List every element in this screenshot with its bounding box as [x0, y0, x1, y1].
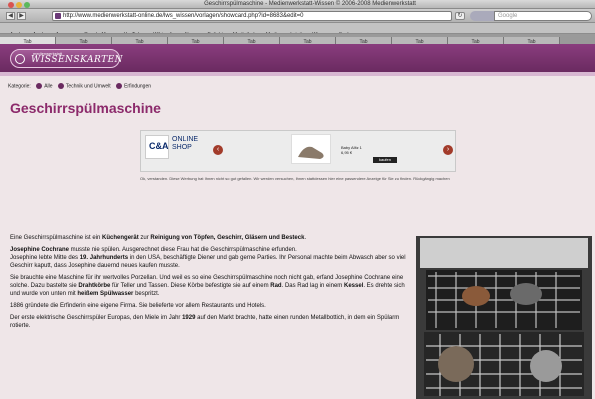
- url-field[interactable]: http://www.medienwerkstatt-online.de/lws…: [52, 11, 452, 21]
- ad-brand-text: C&A: [149, 141, 169, 151]
- ad-buy-button[interactable]: kaufen: [373, 157, 397, 163]
- address-toolbar: ◀ ▶ http://www.medienwerkstatt-online.de…: [0, 9, 595, 23]
- paragraph: 1886 gründete die Erfinderin eine eigene…: [10, 303, 266, 309]
- maximize-window-icon[interactable]: [24, 2, 30, 8]
- ad-shop-label: ONLINE SHOP: [172, 136, 199, 151]
- close-window-icon[interactable]: [8, 2, 14, 8]
- site-logo[interactable]: medienwerkstatt WISSENSKARTEN: [10, 49, 124, 68]
- browser-tab[interactable]: Tab: [0, 37, 56, 44]
- page-title: Geschirrspülmaschine: [10, 100, 161, 116]
- minimize-window-icon[interactable]: [16, 2, 22, 8]
- back-button[interactable]: ◀: [6, 12, 15, 20]
- browser-tab[interactable]: Tab: [336, 37, 392, 44]
- breadcrumb-item-technik[interactable]: Technik und Umwelt: [66, 83, 111, 89]
- window-title: Geschirrspülmaschine - Medienwerkstatt-W…: [204, 1, 416, 7]
- forward-button[interactable]: ▶: [17, 12, 26, 20]
- bullet-icon: [116, 83, 123, 89]
- browser-tab[interactable]: Tab: [448, 37, 504, 44]
- ad-prev-icon[interactable]: ‹: [213, 145, 223, 155]
- product-shoe-icon: [298, 146, 324, 159]
- dishwasher-photo: [416, 236, 592, 399]
- reload-button[interactable]: ↻: [455, 12, 465, 20]
- bullet-icon: [57, 83, 64, 89]
- ad-price: Baby Alltz 1 6,95 €: [341, 145, 362, 155]
- logo-icon: [15, 54, 25, 64]
- article-text: Eine Geschirrspülmaschine ist ein Küchen…: [10, 234, 406, 334]
- ad-product-image: [291, 134, 331, 164]
- main-content: Kategorie: Alle Technik und Umwelt Erfin…: [0, 76, 595, 399]
- breadcrumb-label: Kategorie:: [8, 83, 31, 90]
- advertisement[interactable]: C&A ONLINE SHOP ‹ Baby Alltz 1 6,95 € ka…: [140, 130, 456, 172]
- paragraph: Josephine Cochrane musste nie spülen. Au…: [10, 247, 406, 269]
- browser-tab[interactable]: Tab: [224, 37, 280, 44]
- search-input[interactable]: Google: [494, 11, 592, 21]
- site-header: medienwerkstatt WISSENSKARTEN: [0, 44, 595, 72]
- browser-tab[interactable]: Tab: [56, 37, 112, 44]
- favicon-icon: [55, 13, 61, 19]
- tab-bar: Tab Tab Tab Tab Tab Tab Tab Tab Tab Tab: [0, 34, 595, 44]
- search-engine-icon[interactable]: [470, 11, 494, 21]
- paragraph: Eine Geschirrspülmaschine ist ein Küchen…: [10, 235, 307, 241]
- paragraph: Der erste elektrische Geschirrspüler Eur…: [10, 315, 400, 329]
- breadcrumb: Kategorie: Alle Technik und Umwelt Erfin…: [8, 83, 151, 89]
- browser-tab[interactable]: Tab: [112, 37, 168, 44]
- breadcrumb-item-erfindungen[interactable]: Erfindungen: [124, 83, 151, 89]
- browser-tab[interactable]: Tab: [504, 37, 560, 44]
- window-titlebar: Geschirrspülmaschine - Medienwerkstatt-W…: [0, 0, 595, 9]
- breadcrumb-item-alle[interactable]: Alle: [44, 83, 52, 89]
- ad-brand-logo: C&A: [145, 135, 169, 159]
- bookmarks-bar: AppleAppleAmazonGoogle MapsYouTubeWikipe…: [0, 23, 595, 34]
- paragraph: Sie brauchte eine Maschine für ihr wertv…: [10, 275, 405, 297]
- ad-feedback-note: Ok, verstanden. Diese Werbung hat Ihnen …: [140, 176, 450, 181]
- logo-text: WISSENSKARTEN: [31, 55, 124, 65]
- browser-tab[interactable]: Tab: [280, 37, 336, 44]
- ad-next-icon[interactable]: ›: [443, 145, 453, 155]
- dishwasher-image: [416, 236, 592, 399]
- browser-tab[interactable]: Tab: [168, 37, 224, 44]
- bullet-icon: [36, 83, 43, 89]
- url-text: http://www.medienwerkstatt-online.de/lws…: [63, 13, 304, 19]
- browser-tab[interactable]: Tab: [392, 37, 448, 44]
